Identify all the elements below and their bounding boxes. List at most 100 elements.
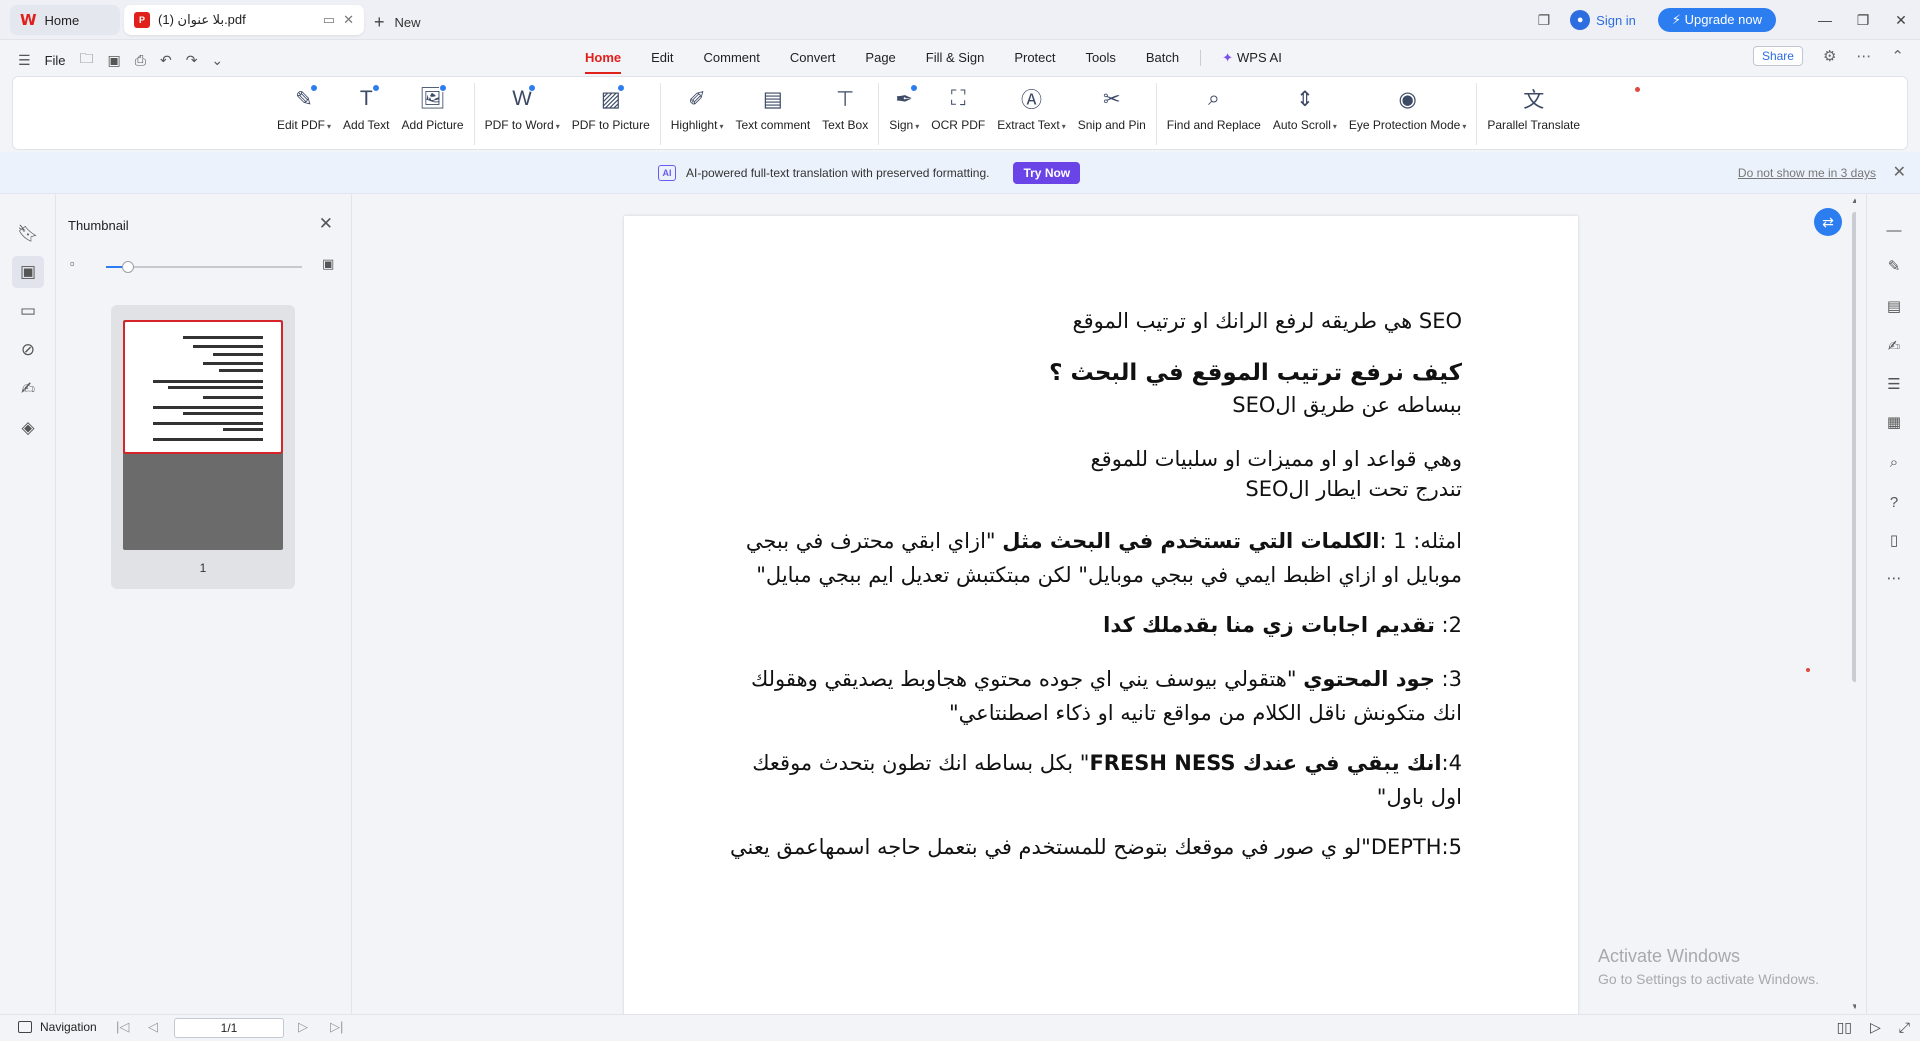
- text-box-button[interactable]: ⊤ Text Box: [816, 77, 874, 151]
- print-icon[interactable]: ⎙: [135, 52, 146, 69]
- fullscreen-icon[interactable]: ⤢: [1899, 1019, 1910, 1036]
- menu-comment[interactable]: Comment: [689, 40, 775, 76]
- magnifier-icon: ⌕: [1207, 87, 1220, 110]
- prev-page-icon[interactable]: ◁: [148, 1019, 158, 1035]
- notification-dot: [1635, 87, 1640, 92]
- page-number-input[interactable]: 1/1: [174, 1018, 284, 1038]
- next-page-icon[interactable]: ▷: [298, 1019, 308, 1035]
- share-button[interactable]: Share: [1752, 46, 1803, 66]
- tab-home[interactable]: W Home: [10, 5, 120, 35]
- more-options-icon[interactable]: ⋯: [1856, 47, 1871, 65]
- thumbnail-panel-icon[interactable]: ▣: [12, 256, 44, 288]
- user-avatar-icon: ●: [1570, 10, 1591, 30]
- ocr-pdf-button[interactable]: ⛶ OCR PDF: [925, 77, 991, 151]
- menu-edit[interactable]: Edit: [636, 40, 688, 76]
- last-page-icon[interactable]: ▷|: [330, 1019, 343, 1035]
- try-now-button[interactable]: Try Now: [1013, 162, 1081, 184]
- maximize-button[interactable]: ❐: [1844, 12, 1882, 29]
- navigation-toggle[interactable]: Navigation: [18, 1020, 97, 1034]
- help-icon[interactable]: ?: [1882, 490, 1906, 514]
- redo-icon[interactable]: ↷: [186, 52, 198, 69]
- undo-icon[interactable]: ↶: [160, 52, 172, 69]
- scroll-up-arrow-icon[interactable]: ▲: [1851, 196, 1856, 205]
- new-tab-button[interactable]: + New: [374, 12, 421, 33]
- play-icon[interactable]: ▷: [1870, 1019, 1881, 1036]
- eye-protection-button[interactable]: ◉ Eye Protection Mode ▾: [1343, 77, 1472, 151]
- highlight-button[interactable]: ✐ Highlight ▾: [665, 77, 730, 151]
- extract-text-button[interactable]: Ⓐ Extract Text ▾: [991, 77, 1071, 151]
- add-text-button[interactable]: T Add Text: [337, 77, 395, 151]
- menu-home[interactable]: Home: [570, 40, 636, 76]
- ribbon-toolbar: ✎ Edit PDF ▾ T Add Text 🖼 Add Picture W P…: [12, 76, 1908, 150]
- edit-pdf-button[interactable]: ✎ Edit PDF ▾: [271, 77, 337, 151]
- auto-scroll-button[interactable]: ⇕ Auto Scroll ▾: [1267, 77, 1343, 151]
- snip-and-pin-button[interactable]: ✂ Snip and Pin: [1072, 77, 1152, 151]
- doc-line-5: تندرج تحت ايطار الSEO: [1245, 477, 1462, 501]
- menu-bar: ☰ File 🗀 ▣ ⎙ ↶ ↷ ⌄ Home Edit Comment Con…: [0, 40, 1920, 76]
- bookmark-icon[interactable]: 🔖︎: [12, 218, 44, 250]
- signature-icon[interactable]: ✍: [12, 373, 44, 405]
- first-page-icon[interactable]: |◁: [116, 1019, 129, 1035]
- menu-page[interactable]: Page: [850, 40, 910, 76]
- book-icon[interactable]: ▯: [1882, 528, 1906, 552]
- p1-prefix: امثله: 1 :: [1379, 529, 1462, 553]
- pdf-to-word-button[interactable]: W PDF to Word ▾: [479, 77, 566, 151]
- close-banner-icon[interactable]: ✕: [1893, 162, 1906, 182]
- menu-protect[interactable]: Protect: [999, 40, 1070, 76]
- comment-icon[interactable]: ▭: [12, 295, 44, 327]
- close-tab-icon[interactable]: ✕: [343, 12, 354, 28]
- pdf-to-picture-button[interactable]: ▨ PDF to Picture: [566, 77, 656, 151]
- format-icon[interactable]: ☰: [1882, 372, 1906, 396]
- chevron-down-icon[interactable]: ⌄: [211, 52, 223, 69]
- page-thumbnail[interactable]: 1: [111, 305, 295, 589]
- hamburger-icon[interactable]: ☰: [18, 52, 31, 69]
- dont-show-link[interactable]: Do not show me in 3 days: [1738, 166, 1876, 180]
- upgrade-button[interactable]: ⚡ Upgrade now: [1657, 8, 1776, 32]
- pen-sign-icon[interactable]: ✍: [1882, 334, 1906, 358]
- monitor-icon[interactable]: ▭: [323, 12, 335, 28]
- search-icon[interactable]: ⌕: [1882, 450, 1906, 474]
- menu-wps-ai[interactable]: ✦ WPS AI: [1207, 40, 1297, 76]
- slider-knob[interactable]: [121, 261, 134, 273]
- thumbnail-title: Thumbnail: [68, 218, 129, 233]
- document-edit-icon[interactable]: ▤: [1882, 294, 1906, 318]
- menu-tools[interactable]: Tools: [1071, 40, 1131, 76]
- find-replace-button[interactable]: ⌕ Find and Replace: [1161, 77, 1267, 151]
- settings-gear-icon[interactable]: ⚙: [1823, 47, 1836, 65]
- window-tabs-icon[interactable]: ❐: [1538, 12, 1551, 29]
- scroll-down-arrow-icon[interactable]: ▼: [1851, 1002, 1856, 1011]
- text-comment-button[interactable]: ▤ Text comment: [729, 77, 816, 151]
- add-picture-button[interactable]: 🖼 Add Picture: [396, 77, 470, 151]
- layout-icon[interactable]: ▦: [1882, 410, 1906, 434]
- menu-fill-sign[interactable]: Fill & Sign: [911, 40, 1000, 76]
- vertical-scrollbar[interactable]: ▲ ▼: [1850, 194, 1856, 1014]
- reading-mode-icon[interactable]: ▯▯: [1837, 1019, 1852, 1036]
- floating-translate-icon[interactable]: ⇄: [1814, 208, 1842, 236]
- tab-document[interactable]: P بلا عنوان (1).pdf ▭ ✕: [124, 5, 364, 35]
- collapse-ribbon-icon[interactable]: ⌃: [1891, 47, 1904, 65]
- save-icon[interactable]: ▣: [108, 52, 121, 69]
- layers-icon[interactable]: ◈: [12, 412, 44, 444]
- minimize-button[interactable]: —: [1806, 12, 1844, 28]
- parallel-translate-button[interactable]: 文 Parallel Translate: [1481, 77, 1586, 151]
- open-folder-icon[interactable]: 🗀: [80, 48, 94, 72]
- scrollbar-thumb[interactable]: [1852, 212, 1856, 682]
- menu-batch[interactable]: Batch: [1131, 40, 1194, 76]
- banner-message: AI-powered full-text translation with pr…: [686, 166, 990, 180]
- parallel-translate-label: Parallel Translate: [1487, 118, 1581, 132]
- small-image-icon[interactable]: ▫: [70, 256, 75, 271]
- attachment-icon[interactable]: ⊘: [12, 334, 44, 366]
- sign-in-button[interactable]: ● Sign in: [1570, 10, 1636, 30]
- thumbnail-size-slider[interactable]: ▫ ▣: [70, 256, 340, 276]
- pdf-to-word-icon: W: [507, 84, 537, 113]
- file-menu[interactable]: File: [45, 53, 66, 68]
- add-text-label: Add Text: [343, 118, 390, 132]
- menu-convert[interactable]: Convert: [775, 40, 851, 76]
- minus-icon[interactable]: —: [1882, 218, 1906, 242]
- close-panel-icon[interactable]: ✕: [319, 214, 333, 234]
- close-window-button[interactable]: ✕: [1882, 12, 1920, 29]
- edit-note-icon[interactable]: ✎: [1882, 254, 1906, 278]
- more-tools-icon[interactable]: ⋯: [1882, 566, 1906, 590]
- sign-button[interactable]: ✒ Sign ▾: [883, 77, 925, 151]
- large-image-icon[interactable]: ▣: [322, 256, 334, 272]
